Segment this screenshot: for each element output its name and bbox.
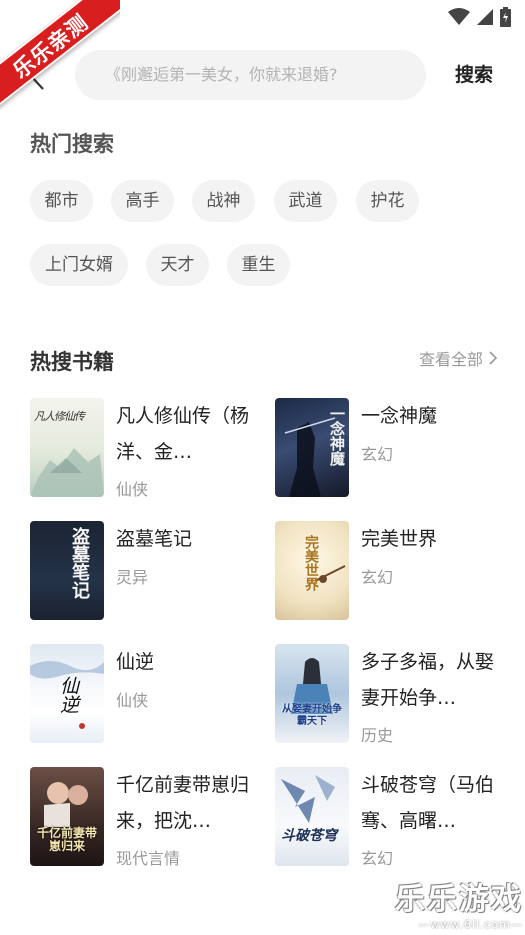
cover-text: 完美世界 <box>303 535 319 591</box>
watermark-url: —www.6ll.com— <box>418 918 523 931</box>
book-item[interactable]: 千亿前妻带崽归来 千亿前妻带崽归来，把沈… 现代言情 <box>30 767 260 868</box>
cover-text: 从娶妻开始争霸天下 <box>282 704 342 727</box>
book-item[interactable]: 仙逆 仙逆 仙侠 <box>30 644 260 744</box>
book-cover: 从娶妻开始争霸天下 <box>275 644 349 743</box>
book-genre: 历史 <box>361 726 394 745</box>
tag-chip[interactable]: 上门女婿 <box>30 244 128 286</box>
view-all-link[interactable]: 查看全部 <box>419 346 497 370</box>
search-input[interactable]: 《刚邂逅第一美女，你就来退婚? <box>75 50 426 100</box>
book-item[interactable]: 完美世界 完美世界 玄幻 <box>275 521 505 621</box>
wifi-icon <box>448 8 470 25</box>
view-all-label: 查看全部 <box>418 350 483 369</box>
cover-text: 斗破苍穹 <box>281 828 337 844</box>
book-cover: 千亿前妻带崽归来 <box>30 767 104 866</box>
search-placeholder: 《刚邂逅第一美女，你就来退婚? <box>105 65 338 84</box>
cover-text: 一念神魔 <box>328 406 346 466</box>
tag-chip[interactable]: 武道 <box>274 180 337 222</box>
book-genre: 现代言情 <box>116 849 181 868</box>
book-title: 斗破苍穹（马伯骞、高曙… <box>361 774 495 832</box>
hot-books-title: 热搜书籍 <box>30 350 114 374</box>
book-cover: 一念神魔 <box>275 398 349 497</box>
book-title: 千亿前妻带崽归来，把沈… <box>116 774 250 832</box>
battery-icon <box>500 7 511 27</box>
watermark: 乐乐游戏 —www.6ll.com— <box>395 874 523 931</box>
book-genre: 灵异 <box>116 568 149 587</box>
cover-text: 盗墓笔记 <box>69 527 90 599</box>
book-genre: 玄幻 <box>361 849 394 868</box>
corner-ribbon: 乐乐亲测 <box>0 0 120 110</box>
book-cover: 凡人修仙传 <box>30 398 104 497</box>
cover-text: 凡人修仙传 <box>34 410 85 423</box>
tag-chip[interactable]: 天才 <box>146 244 209 286</box>
tag-chip[interactable]: 重生 <box>227 244 290 286</box>
book-genre: 玄幻 <box>361 568 394 587</box>
book-genre: 仙侠 <box>116 691 149 710</box>
book-item[interactable]: 凡人修仙传 凡人修仙传（杨洋、金… 仙侠 <box>30 398 260 499</box>
book-item[interactable]: 从娶妻开始争霸天下 多子多福，从娶妻开始争… 历史 <box>275 644 505 745</box>
book-cover: 斗破苍穹 <box>275 767 349 866</box>
cover-text: 仙逆 <box>57 676 79 714</box>
book-cover: 盗墓笔记 <box>30 521 104 620</box>
signal-icon <box>477 9 493 25</box>
watermark-brand: 乐乐游戏 <box>395 882 523 917</box>
search-button[interactable]: 搜索 <box>455 50 493 100</box>
book-title: 凡人修仙传（杨洋、金… <box>116 405 250 463</box>
book-cover: 完美世界 <box>275 521 349 620</box>
book-genre: 仙侠 <box>116 480 149 499</box>
hot-search-title: 热门搜索 <box>30 132 114 156</box>
book-title: 仙逆 <box>116 651 155 673</box>
tag-chip[interactable]: 护花 <box>356 180 419 222</box>
cover-text: 千亿前妻带崽归来 <box>36 826 97 853</box>
ribbon-label: 乐乐亲测 <box>0 0 120 110</box>
book-item[interactable]: 一念神魔 一念神魔 玄幻 <box>275 398 505 498</box>
book-cover: 仙逆 <box>30 644 104 743</box>
tag-chip[interactable]: 高手 <box>111 180 174 222</box>
book-item[interactable]: 盗墓笔记 盗墓笔记 灵异 <box>30 521 260 621</box>
book-title: 完美世界 <box>361 528 438 550</box>
book-title: 一念神魔 <box>361 405 438 427</box>
book-item[interactable]: 斗破苍穹 斗破苍穹（马伯骞、高曙… 玄幻 <box>275 767 505 868</box>
tag-chip[interactable]: 都市 <box>30 180 93 222</box>
tag-chip[interactable]: 战神 <box>192 180 255 222</box>
chevron-right-icon <box>489 351 497 365</box>
book-title: 多子多福，从娶妻开始争… <box>361 651 495 709</box>
book-title: 盗墓笔记 <box>116 528 193 550</box>
book-genre: 玄幻 <box>361 445 394 464</box>
